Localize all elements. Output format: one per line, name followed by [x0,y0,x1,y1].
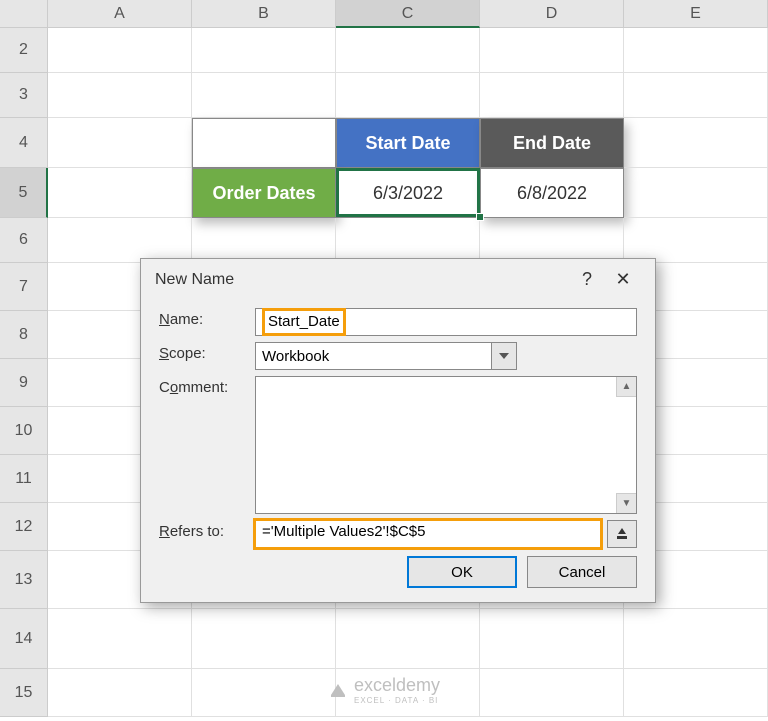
cell-C5[interactable]: 6/3/2022 [336,168,480,218]
scope-dropdown-button[interactable] [491,342,517,370]
comment-label: Comment: [159,376,255,396]
select-all-corner[interactable] [0,0,48,28]
comment-textarea[interactable]: ▲ ▼ [255,376,637,514]
spreadsheet-grid: ABCDE 23456789101112131415 Start DateEnd… [0,0,768,721]
row-header-4[interactable]: 4 [0,118,48,168]
cell-A4[interactable] [48,118,192,168]
row-header-12[interactable]: 12 [0,503,48,551]
cell-B15[interactable] [192,669,336,717]
row-header-13[interactable]: 13 [0,551,48,609]
chevron-down-icon [499,353,509,359]
ok-label: OK [451,564,473,581]
refers-to-value: ='Multiple Values2'!$C$5 [262,523,425,540]
cell-D15[interactable] [480,669,624,717]
collapse-icon [615,527,629,541]
help-button[interactable]: ? [569,269,605,290]
close-button[interactable]: ✕ [605,269,641,290]
collapse-dialog-button[interactable] [607,520,637,548]
column-header-C[interactable]: C [336,0,480,28]
column-header-A[interactable]: A [48,0,192,28]
fill-handle[interactable] [476,213,484,221]
row-header-3[interactable]: 3 [0,73,48,118]
cell-E6[interactable] [624,218,768,263]
cell-B5[interactable]: Order Dates [192,168,336,218]
cell-D6[interactable] [480,218,624,263]
new-name-dialog: New Name ? ✕ Name: Start_Date Scope: Wor… [140,258,656,603]
scroll-up-button[interactable]: ▲ [616,377,636,397]
refers-to-input[interactable]: ='Multiple Values2'!$C$5 [255,520,601,548]
scope-value: Workbook [262,348,329,365]
cell-D2[interactable] [480,28,624,73]
cell-A15[interactable] [48,669,192,717]
scope-label: Scope: [159,342,255,362]
column-header-E[interactable]: E [624,0,768,28]
ok-button[interactable]: OK [407,556,517,588]
watermark-icon [328,680,348,700]
cancel-label: Cancel [559,564,606,581]
cell-C6[interactable] [336,218,480,263]
cell-B3[interactable] [192,73,336,118]
cell-C2[interactable] [336,28,480,73]
cell-A2[interactable] [48,28,192,73]
refers-to-label: Refers to: [159,520,255,540]
watermark-tagline: EXCEL · DATA · BI [354,696,440,705]
cancel-button[interactable]: Cancel [527,556,637,588]
cell-E5[interactable] [624,168,768,218]
cell-E3[interactable] [624,73,768,118]
column-header-D[interactable]: D [480,0,624,28]
cell-A3[interactable] [48,73,192,118]
scroll-down-button[interactable]: ▼ [616,493,636,513]
row-headers: 23456789101112131415 [0,28,48,717]
column-header-B[interactable]: B [192,0,336,28]
row-header-7[interactable]: 7 [0,263,48,311]
row-header-6[interactable]: 6 [0,218,48,263]
column-headers: ABCDE [48,0,768,28]
cell-B4[interactable] [192,118,336,168]
name-value-highlight: Start_Date [262,308,346,336]
dialog-titlebar[interactable]: New Name ? ✕ [141,259,655,298]
cell-D3[interactable] [480,73,624,118]
cell-A5[interactable] [48,168,192,218]
scope-select[interactable]: Workbook [255,342,492,370]
cell-B2[interactable] [192,28,336,73]
row-header-5[interactable]: 5 [0,168,48,218]
cell-C3[interactable] [336,73,480,118]
name-label: Name: [159,308,255,328]
row-header-14[interactable]: 14 [0,609,48,669]
name-input[interactable]: Start_Date [255,308,637,336]
cell-A6[interactable] [48,218,192,263]
cell-D5[interactable]: 6/8/2022 [480,168,624,218]
cell-B6[interactable] [192,218,336,263]
watermark: exceldemy EXCEL · DATA · BI [328,675,440,705]
row-header-11[interactable]: 11 [0,455,48,503]
row-header-8[interactable]: 8 [0,311,48,359]
dialog-title-text: New Name [155,271,234,289]
watermark-brand: exceldemy [354,675,440,696]
cell-E14[interactable] [624,609,768,669]
row-header-9[interactable]: 9 [0,359,48,407]
cell-C14[interactable] [336,609,480,669]
cell-B14[interactable] [192,609,336,669]
cell-C4[interactable]: Start Date [336,118,480,168]
cell-D14[interactable] [480,609,624,669]
cell-D4[interactable]: End Date [480,118,624,168]
row-header-15[interactable]: 15 [0,669,48,717]
row-header-2[interactable]: 2 [0,28,48,73]
cell-E2[interactable] [624,28,768,73]
cell-E4[interactable] [624,118,768,168]
cell-A14[interactable] [48,609,192,669]
row-header-10[interactable]: 10 [0,407,48,455]
cell-E15[interactable] [624,669,768,717]
